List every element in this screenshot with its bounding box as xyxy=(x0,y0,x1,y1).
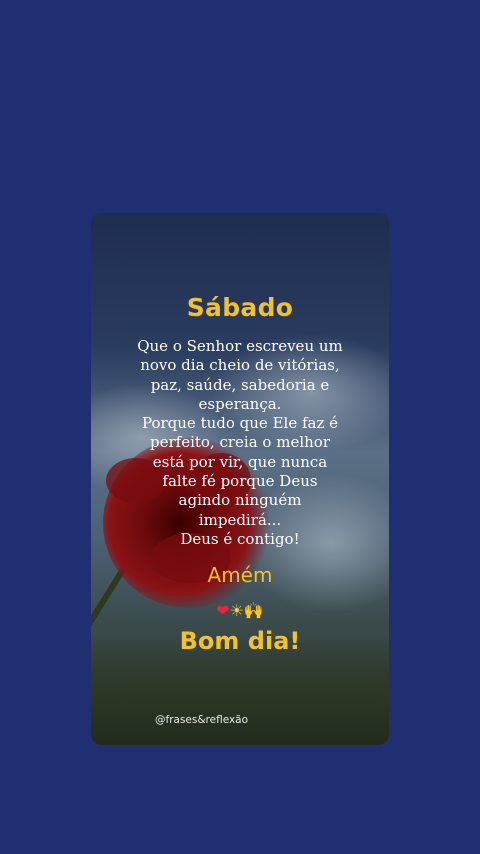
emoji-row: ❤☀🙌 xyxy=(91,601,389,620)
sun-cloud-icon: ☀ xyxy=(229,601,244,620)
message-text: Que o Senhor escreveu um novo dia cheio … xyxy=(121,337,359,549)
day-title: Sábado xyxy=(186,293,294,322)
message-line: esperança. xyxy=(198,394,282,413)
message-line: agindo ninguém xyxy=(178,491,302,510)
message-line: Deus é contigo! xyxy=(180,529,300,548)
message-line: Que o Senhor escreveu um xyxy=(137,337,343,355)
card-content: Sábado Que o Senhor escreveu um novo dia… xyxy=(91,213,389,745)
message-line: está por vir, que nunca xyxy=(152,452,328,471)
message-line: falte fé porque Deus xyxy=(162,472,318,491)
author-handle[interactable]: @frases&reflexão xyxy=(155,714,248,726)
raised-hands-icon: 🙌 xyxy=(243,601,264,620)
amen-text: Amém xyxy=(207,563,273,587)
message-line: novo dia cheio de vitórias, xyxy=(140,356,340,375)
message-line: paz, saúde, sabedoria e xyxy=(150,375,330,394)
story-card: Sábado Que o Senhor escreveu um novo dia… xyxy=(91,213,389,745)
greeting-text: Bom dia! xyxy=(179,627,301,655)
message-line: Porque tudo que Ele faz é xyxy=(141,414,339,433)
heart-icon: ❤ xyxy=(216,601,230,620)
message-line: impedirá... xyxy=(198,510,282,529)
message-line: perfeito, creia o melhor xyxy=(150,433,330,452)
